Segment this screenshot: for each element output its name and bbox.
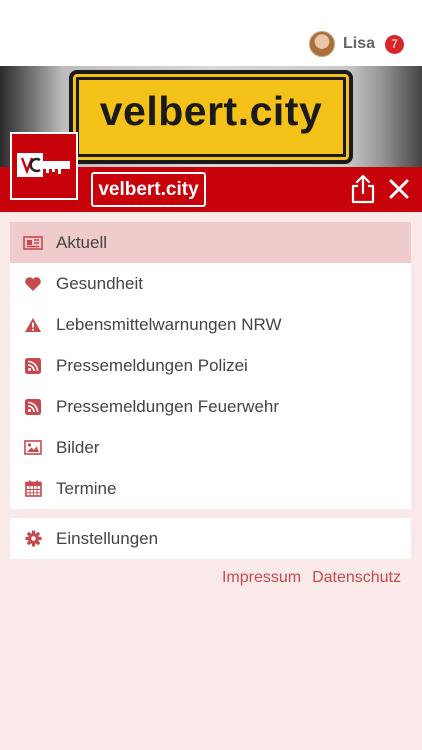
newspaper-icon — [23, 235, 43, 250]
menu-item-gesundheit[interactable]: Gesundheit — [10, 263, 411, 304]
menu-item-feuerwehr[interactable]: Pressemeldungen Feuerwehr — [10, 386, 411, 427]
brand-logo: velbert.city — [91, 172, 206, 207]
nav-menu: Aktuell Gesundheit Lebensmittelwarnungen… — [10, 222, 411, 509]
menu-item-label: Bilder — [56, 437, 100, 457]
top-bar: Lisa 7 — [0, 0, 422, 66]
menu-item-label: Gesundheit — [56, 273, 143, 293]
warning-icon — [25, 317, 41, 332]
gear-icon — [25, 530, 41, 547]
menu-item-bilder[interactable]: Bilder — [10, 427, 411, 468]
menu-item-label: Aktuell — [56, 232, 108, 252]
app-logo — [10, 132, 78, 200]
image-icon — [24, 440, 42, 455]
share-icon — [351, 174, 375, 204]
menu-item-termine[interactable]: Termine — [10, 468, 411, 509]
notification-badge[interactable]: 7 — [385, 34, 404, 54]
menu-item-label: Termine — [56, 478, 117, 498]
menu-item-label: Lebensmittelwarnungen NRW — [56, 314, 282, 334]
rss-icon — [25, 357, 41, 374]
close-button[interactable] — [386, 176, 412, 202]
settings-menu: Einstellungen — [10, 518, 411, 559]
city-sign-text: velbert.city — [99, 88, 323, 134]
menu-item-aktuell[interactable]: Aktuell — [10, 222, 411, 263]
brand-logo-text: velbert.city — [98, 179, 199, 200]
close-icon — [389, 179, 409, 199]
user-name[interactable]: Lisa — [343, 35, 375, 53]
user-profile[interactable]: Lisa 7 — [308, 30, 404, 58]
datenschutz-link[interactable]: Datenschutz — [312, 569, 401, 587]
menu-item-label: Einstellungen — [56, 528, 159, 548]
menu-item-einstellungen[interactable]: Einstellungen — [10, 518, 411, 559]
rss-icon — [25, 398, 41, 415]
calendar-icon — [24, 480, 42, 497]
menu-item-label: Pressemeldungen Feuerwehr — [56, 396, 280, 416]
menu-item-polizei[interactable]: Pressemeldungen Polizei — [10, 345, 411, 386]
velbert-key-logo-icon — [17, 153, 70, 177]
impressum-link[interactable]: Impressum — [222, 569, 301, 587]
avatar[interactable] — [308, 31, 335, 57]
heart-icon — [25, 276, 41, 291]
city-sign: velbert.city — [69, 70, 353, 164]
share-button[interactable] — [349, 173, 377, 205]
menu-item-label: Pressemeldungen Polizei — [56, 355, 248, 375]
menu-item-lebensmittelwarnungen[interactable]: Lebensmittelwarnungen NRW — [10, 304, 411, 345]
footer-links: Impressum Datenschutz — [211, 569, 401, 587]
